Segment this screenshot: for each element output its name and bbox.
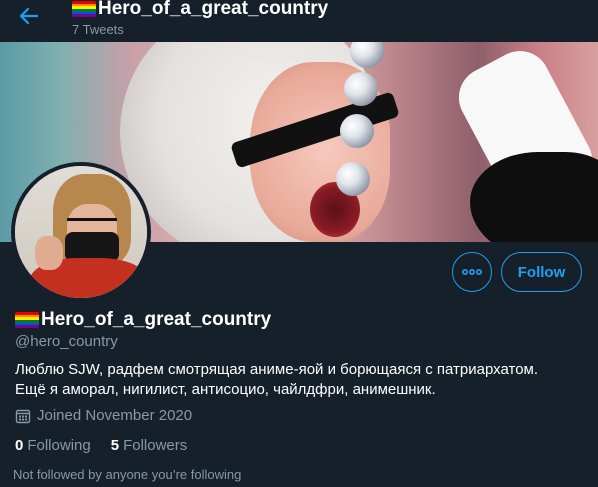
following-label: Following bbox=[27, 437, 91, 454]
back-button[interactable] bbox=[12, 4, 46, 28]
more-dots-icon bbox=[462, 269, 482, 275]
followers-label: Followers bbox=[123, 437, 188, 454]
profile-name: Hero_of_a_great_country bbox=[15, 309, 271, 331]
following-count: 0 bbox=[15, 437, 24, 454]
rainbow-flag-icon bbox=[15, 312, 39, 328]
avatar[interactable] bbox=[11, 162, 151, 302]
follow-button[interactable]: Follow bbox=[501, 252, 582, 292]
tweet-count: 7 Tweets bbox=[72, 22, 124, 37]
calendar-icon bbox=[15, 407, 32, 424]
user-handle: @hero_country bbox=[15, 333, 118, 350]
top-header: Hero_of_a_great_country 7 Tweets bbox=[0, 0, 598, 42]
header-title-text: Hero_of_a_great_country bbox=[98, 0, 329, 19]
rainbow-flag-icon bbox=[72, 1, 96, 17]
not-followed-notice: Not followed by anyone you’re following bbox=[13, 467, 242, 482]
join-date-text: Joined November 2020 bbox=[37, 407, 193, 424]
arrow-left-icon bbox=[19, 7, 39, 25]
profile-bio: Люблю SJW, радфем смотрящая аниме-яой и … bbox=[15, 360, 585, 400]
more-button[interactable] bbox=[452, 252, 492, 292]
bio-line: Ещё я аморал, нигилист, антисоцио, чайлд… bbox=[15, 381, 436, 398]
header-text: Hero_of_a_great_country 7 Tweets bbox=[72, 0, 328, 37]
display-name: Hero_of_a_great_country bbox=[41, 309, 272, 330]
following-link[interactable]: 0 Following bbox=[15, 437, 91, 454]
bio-line: Люблю SJW, радфем смотрящая аниме-яой и … bbox=[15, 361, 539, 378]
follow-stats: 0 Following 5 Followers bbox=[15, 437, 207, 454]
followers-count: 5 bbox=[110, 437, 120, 454]
followers-link[interactable]: 5 Followers bbox=[111, 437, 188, 454]
header-title: Hero_of_a_great_country bbox=[72, 0, 328, 20]
join-date: Joined November 2020 bbox=[15, 407, 192, 424]
